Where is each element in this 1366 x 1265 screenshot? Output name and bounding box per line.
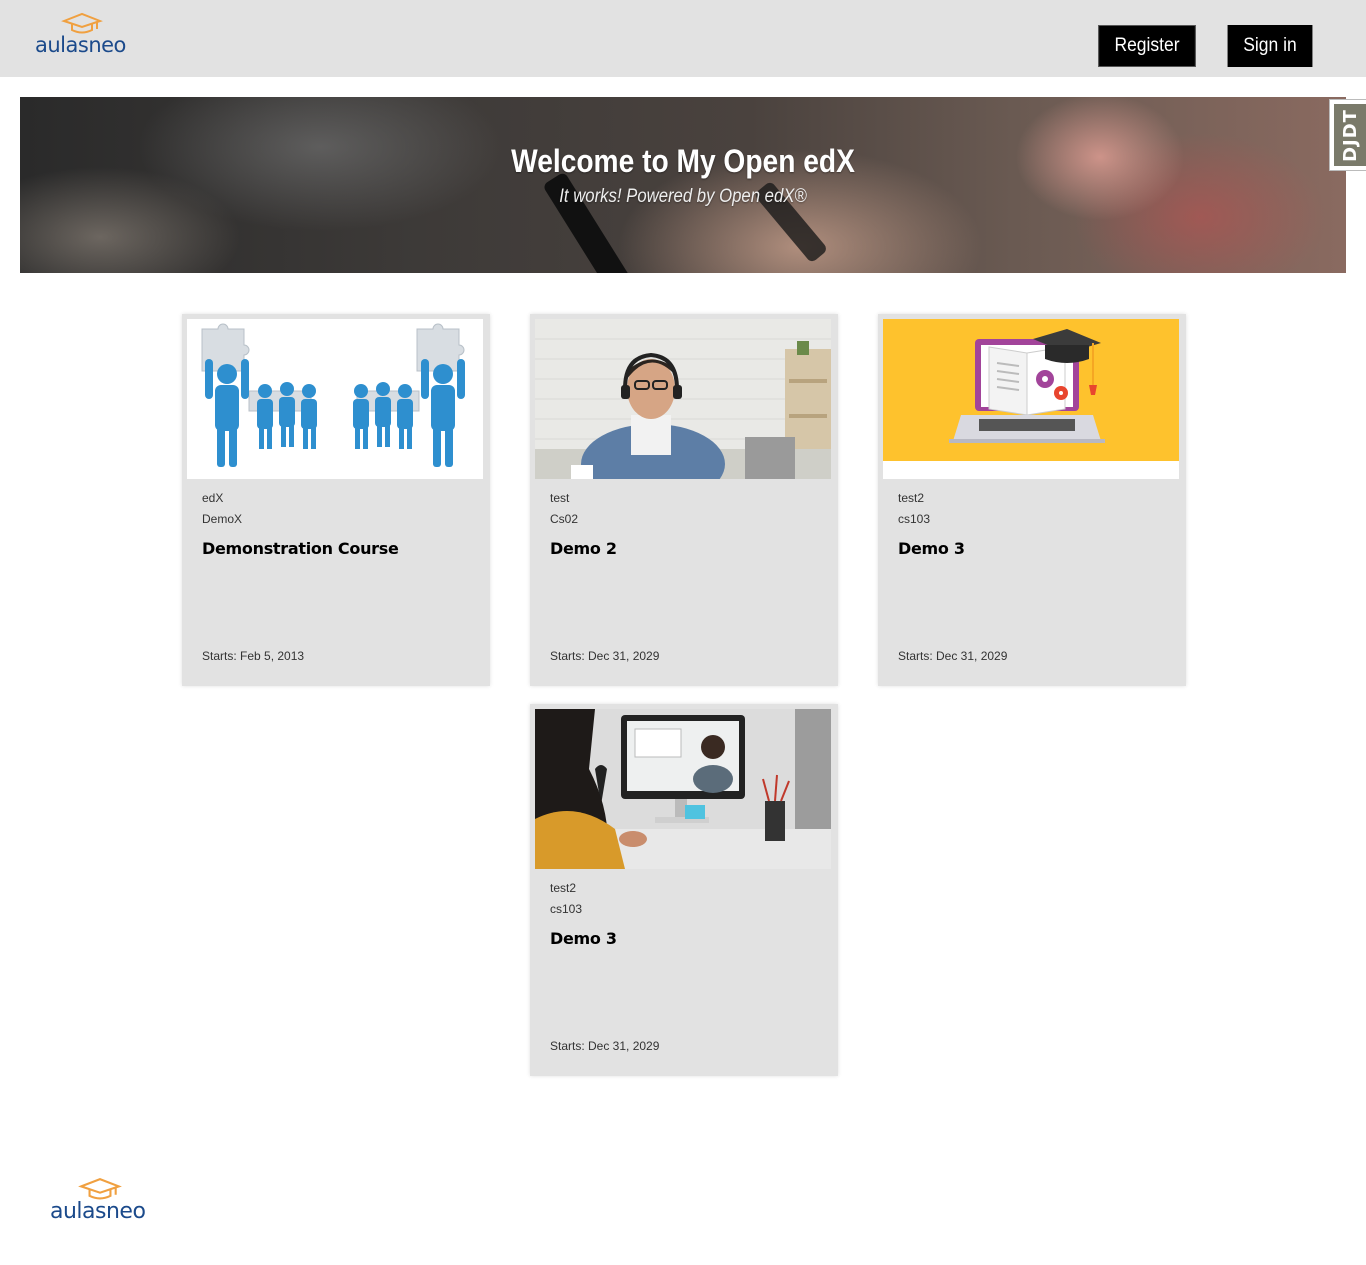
logo-wordmark: aulasneo [50,1199,146,1224]
course-card[interactable]: edX DemoX Demonstration Course Starts: F… [182,314,490,686]
debug-toolbar-handle[interactable]: DJDT [1329,99,1366,171]
course-code: Cs02 [550,512,579,526]
hero-title: Welcome to My Open edX [511,143,855,179]
course-image [883,319,1179,479]
course-org: test2 [550,881,577,895]
site-logo[interactable]: aulasneo [35,12,135,56]
course-start-date: Starts: Feb 5, 2013 [202,649,305,663]
puzzle-team-illustration [187,319,483,479]
logo-wordmark: aulasneo [35,33,126,57]
laptop-book-graduation-cap-illustration [883,319,1179,479]
course-start-date: Starts: Dec 31, 2029 [898,649,1008,663]
course-card[interactable]: test2 cs103 Demo 3 Starts: Dec 31, 2029 [878,314,1186,686]
hero-banner: Welcome to My Open edX It works! Powered… [20,97,1346,273]
course-title: Demo 3 [898,539,965,558]
register-button[interactable]: Register [1098,25,1196,67]
course-title: Demonstration Course [202,539,399,558]
hero-subtitle: It works! Powered by Open edX® [559,186,807,207]
course-code: DemoX [202,512,243,526]
course-image [535,709,831,869]
course-image [535,319,831,479]
online-class-computer-photo [535,709,831,869]
course-start-date: Starts: Dec 31, 2029 [550,1039,660,1053]
course-card[interactable]: test2 cs103 Demo 3 Starts: Dec 31, 2029 [530,704,838,1076]
course-org: edX [202,491,224,505]
course-org: test2 [898,491,925,505]
course-title: Demo 2 [550,539,617,558]
course-card[interactable]: test Cs02 Demo 2 Starts: Dec 31, 2029 [530,314,838,686]
debug-toolbar-label: DJDT [1340,108,1362,162]
sign-in-button[interactable]: Sign in [1227,25,1313,67]
course-image [187,319,483,479]
debug-toolbar-tab: DJDT [1334,104,1366,166]
graduation-cap-icon [78,1177,122,1200]
student-with-headphones-photo [535,319,831,479]
course-title: Demo 3 [550,929,617,948]
course-org: test [550,491,570,505]
graduation-cap-icon [61,12,103,34]
course-code: cs103 [550,902,583,916]
footer-logo[interactable]: aulasneo [50,1177,154,1223]
course-code: cs103 [898,512,931,526]
course-start-date: Starts: Dec 31, 2029 [550,649,660,663]
site-header: aulasneo Register Sign in [0,0,1366,77]
